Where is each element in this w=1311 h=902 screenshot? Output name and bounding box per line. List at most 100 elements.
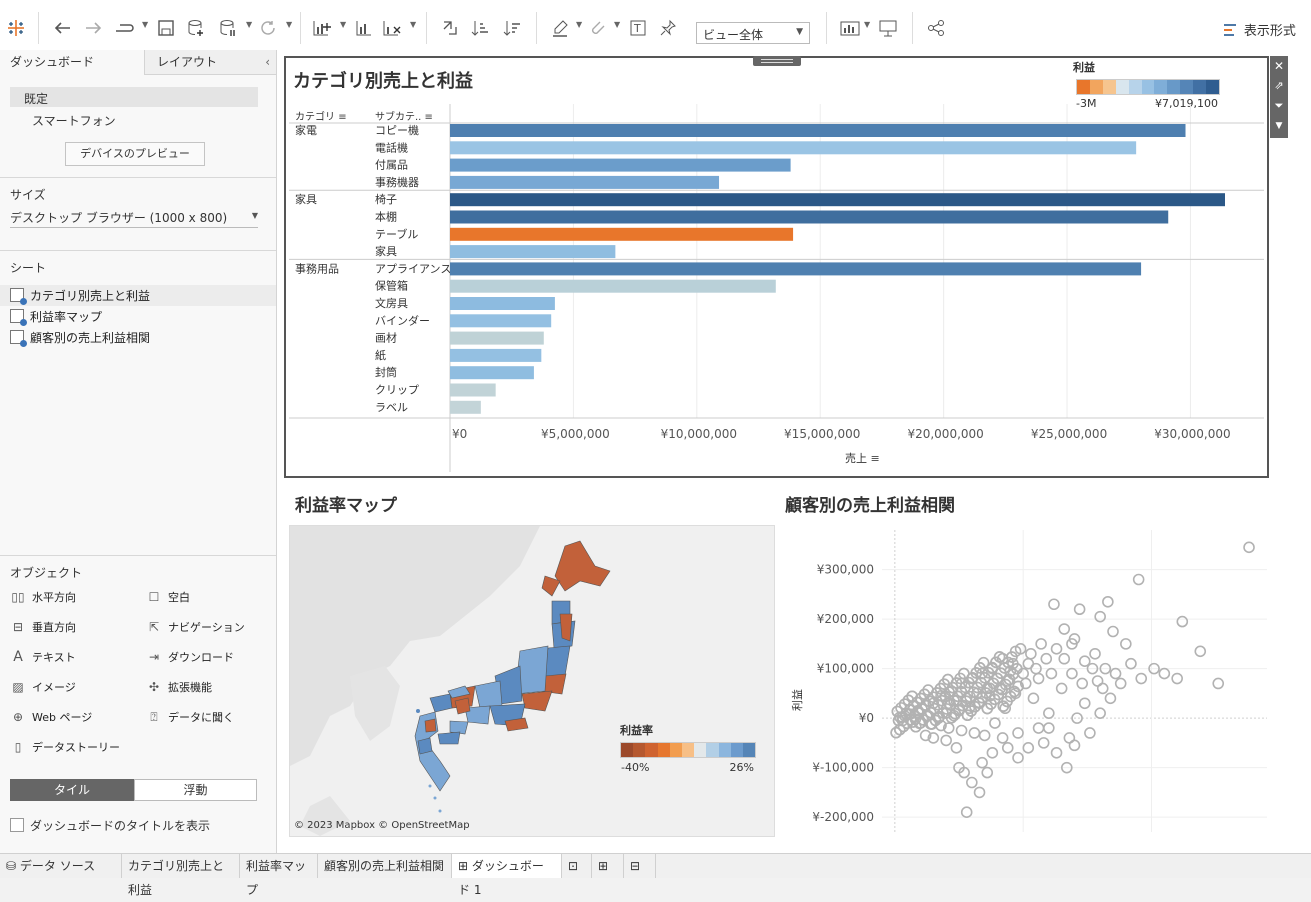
highlight-icon[interactable] <box>548 16 572 40</box>
scatter-point[interactable] <box>1194 645 1207 658</box>
scatter-point[interactable] <box>1032 672 1045 685</box>
scatter-point[interactable] <box>976 756 988 769</box>
clear-sheet-icon[interactable] <box>380 16 404 40</box>
scatter-point[interactable] <box>950 742 963 754</box>
object-extension[interactable]: ✣ 拡張機能 <box>146 678 212 696</box>
bar[interactable] <box>450 193 1225 207</box>
group-dropdown-icon[interactable]: ▼ <box>614 20 620 29</box>
tab-dashboard-1[interactable]: ⊞ ダッシュボード 1 <box>452 854 562 897</box>
bar[interactable] <box>450 279 776 293</box>
pin-axes-icon[interactable] <box>656 16 680 40</box>
new-worksheet-icon[interactable] <box>310 16 334 40</box>
scatter-point[interactable] <box>960 806 973 818</box>
sort-icon[interactable]: ≡ <box>871 452 880 465</box>
object-vertical[interactable]: ⊟ 垂直方向 <box>10 618 76 636</box>
scatter-point[interactable] <box>1176 615 1189 628</box>
scatter-point[interactable] <box>1055 682 1068 695</box>
object-navigation[interactable]: ⇱ ナビゲーション <box>146 618 245 636</box>
scatter-point[interactable] <box>1025 647 1037 660</box>
scatter-point[interactable] <box>1158 667 1171 680</box>
scatter-point[interactable] <box>1071 712 1083 724</box>
object-data-story[interactable]: ▯ データストーリー <box>10 738 120 756</box>
object-download[interactable]: ⇥ ダウンロード <box>146 648 234 666</box>
show-mark-labels-icon[interactable]: T <box>626 16 650 40</box>
scatter-point[interactable] <box>1114 677 1127 690</box>
scatter-point[interactable] <box>996 732 1009 744</box>
scatter-point[interactable] <box>1063 732 1076 744</box>
scatter-point[interactable] <box>1135 672 1148 685</box>
bar[interactable] <box>450 366 534 380</box>
bar[interactable] <box>450 227 794 241</box>
bar[interactable] <box>450 400 481 414</box>
new-worksheet-tab-icon[interactable]: ⊡ <box>562 854 592 878</box>
scatter-point[interactable] <box>1035 638 1047 650</box>
sheet-item[interactable]: 利益率マップ <box>10 307 102 327</box>
new-worksheet-dropdown-icon[interactable]: ▼ <box>340 20 346 29</box>
bar[interactable] <box>450 158 791 172</box>
scatter-point[interactable] <box>955 724 968 737</box>
scatter-point[interactable] <box>1032 722 1045 734</box>
scatter-point[interactable] <box>1043 722 1055 734</box>
scatter-point[interactable] <box>981 766 994 779</box>
bar[interactable] <box>450 297 555 310</box>
scatter-point[interactable] <box>1043 707 1055 719</box>
sheet-item[interactable]: カテゴリ別売上と利益 <box>10 286 150 306</box>
device-preview-button[interactable]: デバイスのプレビュー <box>65 142 205 166</box>
scatter-point[interactable] <box>1212 677 1225 690</box>
sheet-item[interactable]: 顧客別の売上利益相関 <box>10 328 150 348</box>
scatter-point[interactable] <box>966 776 978 789</box>
scatter-point[interactable] <box>940 734 952 747</box>
bar[interactable] <box>450 314 552 328</box>
tab-layout[interactable]: レイアウト ‹ <box>144 50 276 75</box>
sort-descending-icon[interactable] <box>500 16 524 40</box>
scatter-point[interactable] <box>1048 598 1060 611</box>
scatter-point[interactable] <box>1040 652 1053 665</box>
tile-button[interactable]: タイル <box>10 779 134 801</box>
pause-dropdown-icon[interactable]: ▼ <box>246 20 252 29</box>
scatter-point[interactable] <box>1132 573 1145 586</box>
bar[interactable] <box>450 175 720 189</box>
scatter-point[interactable] <box>1125 657 1137 670</box>
profit-ratio-map[interactable]: 利益率 -40% 26% © 2023 Mapbox © OpenStreetM… <box>289 525 775 837</box>
scatter-point[interactable] <box>1037 737 1050 749</box>
device-phone[interactable]: スマートフォン <box>32 112 116 129</box>
bar[interactable] <box>450 383 496 397</box>
highlight-dropdown-icon[interactable]: ▼ <box>576 20 582 29</box>
device-default[interactable]: 既定 <box>10 87 258 107</box>
refresh-dropdown-icon[interactable]: ▼ <box>286 20 292 29</box>
replay-icon[interactable] <box>112 16 136 40</box>
bar[interactable] <box>450 348 542 362</box>
group-members-icon[interactable] <box>586 16 610 40</box>
object-blank[interactable]: ☐ 空白 <box>146 588 190 606</box>
scatter-chart[interactable]: ¥300,000 ¥200,000 ¥100,000 ¥0 ¥-100,000 ¥-200… <box>777 520 1277 840</box>
new-datasource-icon[interactable] <box>184 16 208 40</box>
pause-updates-icon[interactable] <box>216 16 240 40</box>
scatter-point[interactable] <box>1089 647 1101 660</box>
scatter-point[interactable] <box>1012 751 1024 764</box>
scatter-point[interactable] <box>1104 692 1117 705</box>
duplicate-icon[interactable] <box>352 16 376 40</box>
scatter-point[interactable] <box>1073 603 1086 616</box>
swap-icon[interactable] <box>438 16 462 40</box>
view-size-select[interactable]: ビュー全体 ▼ <box>696 22 810 44</box>
scatter-point[interactable] <box>1091 675 1104 687</box>
scatter-point[interactable] <box>1045 667 1058 680</box>
scatter-point[interactable] <box>1078 655 1091 667</box>
scatter-point[interactable] <box>973 786 986 799</box>
scatter-point[interactable] <box>1058 652 1071 665</box>
bar[interactable] <box>450 245 616 259</box>
scatter-point[interactable] <box>978 729 991 742</box>
scatter-point[interactable] <box>1171 672 1183 685</box>
scatter-point[interactable] <box>1022 657 1035 670</box>
profit-ratio-legend-ramp[interactable] <box>620 742 756 758</box>
object-web-page[interactable]: ⊕ Web ページ <box>10 708 92 726</box>
bar[interactable] <box>450 331 544 345</box>
new-story-tab-icon[interactable]: ⊟ <box>624 854 656 878</box>
tab-data-source[interactable]: ⛁ データ ソース <box>0 854 122 878</box>
scatter-point[interactable] <box>1050 643 1063 655</box>
scatter-point[interactable] <box>1012 727 1024 739</box>
tab-sheet[interactable]: 利益率マップ <box>240 854 318 897</box>
scatter-point[interactable] <box>1066 667 1078 680</box>
scatter-point[interactable] <box>1050 746 1063 759</box>
scatter-point[interactable] <box>1027 692 1040 705</box>
